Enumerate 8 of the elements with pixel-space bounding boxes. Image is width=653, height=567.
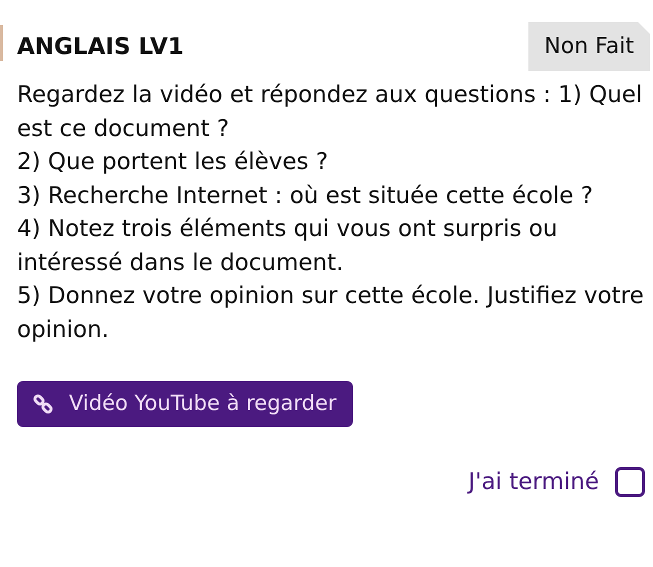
status-label: Non Fait bbox=[528, 22, 650, 71]
subject-title: ANGLAIS LV1 bbox=[17, 33, 184, 62]
instructions-text: Regardez la vidéo et répondez aux questions : 1) Quel est ce document ? 2) Que portent les élèves ? 3) Recherche Internet : où est située cette école ? 4) Notez trois éléments qui vous ont surpris ou intéressé dans le document. 5) Donnez votre opinion sur cette école. Justifiez votre opinion. bbox=[17, 81, 645, 344]
done-label: J'ai terminé bbox=[468, 468, 599, 496]
accent-bar bbox=[0, 25, 3, 61]
link-icon bbox=[33, 394, 53, 414]
video-link-button[interactable]: Vidéo YouTube à regarder bbox=[17, 381, 353, 426]
done-checkbox[interactable] bbox=[615, 466, 645, 497]
